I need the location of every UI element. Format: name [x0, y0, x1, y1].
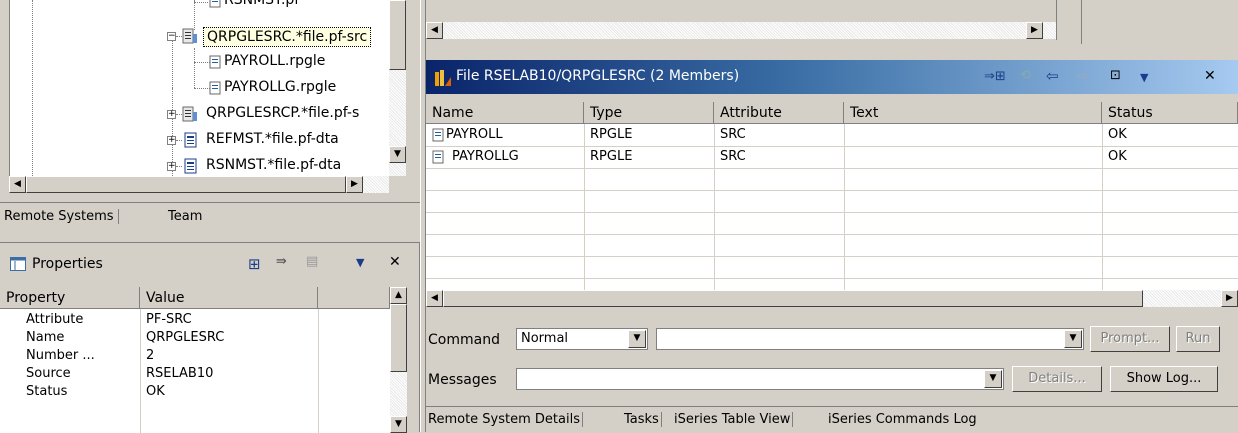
- back-arrow-icon[interactable]: ⇦: [1046, 67, 1059, 85]
- command-label: Command: [428, 332, 500, 348]
- member-icon: [209, 0, 221, 8]
- scroll-thumb[interactable]: [26, 176, 346, 193]
- tree-item-rsnmst[interactable]: RSNMST.*file.pf-dta: [206, 157, 341, 173]
- chevron-down-icon[interactable]: ▼: [1064, 330, 1082, 348]
- column-header-blank: [318, 287, 390, 309]
- tree-area: RSNMST.pf − QRPGLESRC.*file.pf-src PAYRO…: [9, 0, 390, 176]
- iseries-table-view: File RSELAB10/QRPGLESRC (2 Members) ⇒⊞ ⟲…: [426, 60, 1238, 432]
- table-view-icon: [435, 70, 451, 86]
- scroll-right-icon[interactable]: ▶: [346, 176, 363, 193]
- restore-default-icon[interactable]: ▤: [306, 254, 318, 269]
- remote-systems-view: RSNMST.pf − QRPGLESRC.*file.pf-src PAYRO…: [0, 0, 420, 202]
- member-icon: [432, 150, 444, 164]
- tree-item-refmst[interactable]: REFMST.*file.pf-dta: [206, 131, 339, 147]
- data-file-icon: [184, 158, 197, 174]
- scroll-left-icon[interactable]: ◀: [426, 290, 443, 307]
- table-row[interactable]: PAYROLL RPGLE SRC OK: [426, 125, 1238, 146]
- scroll-up-icon[interactable]: ▲: [390, 287, 407, 304]
- show-log-button[interactable]: Show Log...: [1110, 366, 1218, 392]
- close-icon[interactable]: ✕: [389, 254, 401, 270]
- drill-down-icon[interactable]: ⇒⊞: [984, 69, 1006, 84]
- column-header-property[interactable]: Property: [0, 287, 140, 309]
- messages-label: Messages: [428, 372, 497, 388]
- view-title-bar: File RSELAB10/QRPGLESRC (2 Members) ⇒⊞ ⟲…: [426, 60, 1238, 94]
- properties-view: Properties ⊞ ⇛ ▤ ▼ ✕ Property Value Attr…: [0, 242, 420, 433]
- tab-team[interactable]: Team: [168, 209, 202, 224]
- data-file-icon: [184, 132, 197, 148]
- run-button[interactable]: Run: [1176, 326, 1220, 352]
- up-level-icon[interactable]: ⊡: [1110, 68, 1121, 83]
- table-row[interactable]: PAYROLLG RPGLE SRC OK: [426, 147, 1238, 168]
- scroll-thumb[interactable]: [390, 304, 407, 372]
- scroll-down-icon[interactable]: ▼: [390, 416, 407, 433]
- command-mode-select[interactable]: Normal ▼: [516, 328, 648, 350]
- tab-iseries-table-view[interactable]: iSeries Table View: [672, 412, 794, 427]
- table-row[interactable]: Status OK: [0, 383, 390, 401]
- scroll-left-icon[interactable]: ◀: [426, 22, 443, 39]
- column-header-attribute[interactable]: Attribute: [714, 102, 844, 124]
- expand-icon[interactable]: +: [167, 162, 176, 171]
- tree-item-qrpglesrc[interactable]: QRPGLESRC.*file.pf-src: [203, 27, 372, 47]
- refresh-icon[interactable]: ⟲: [1020, 68, 1031, 83]
- column-header-type[interactable]: Type: [584, 102, 714, 124]
- view-menu-icon[interactable]: ▼: [1140, 71, 1148, 84]
- tab-remote-system-details[interactable]: Remote System Details: [426, 412, 583, 427]
- tree-item-qrpglesrcp[interactable]: QRPGLESRCP.*file.pf-s: [206, 105, 359, 121]
- source-file-icon: [182, 106, 197, 122]
- tree-item-payrollg-rpgle[interactable]: PAYROLLG.rpgle: [224, 79, 336, 95]
- properties-table: Property Value Attribute PF-SRC Name QRP…: [0, 287, 390, 433]
- chevron-down-icon[interactable]: ▼: [628, 330, 646, 348]
- expand-icon[interactable]: +: [167, 136, 176, 145]
- properties-header: Properties ⊞ ⇛ ▤ ▼ ✕: [0, 243, 418, 283]
- table-row[interactable]: Source RSELAB10: [0, 365, 390, 383]
- table-row[interactable]: Attribute PF-SRC: [0, 311, 390, 329]
- column-header-value[interactable]: Value: [140, 287, 318, 309]
- scroll-thumb[interactable]: [389, 0, 406, 70]
- expand-icon[interactable]: +: [167, 110, 176, 119]
- prompt-button[interactable]: Prompt...: [1090, 326, 1170, 352]
- source-file-icon: [182, 28, 197, 44]
- members-table: Name Type Attribute Text Status PAYROLL …: [426, 102, 1238, 290]
- table-row[interactable]: Name QRPGLESRC: [0, 329, 390, 347]
- properties-title: Properties: [32, 256, 103, 272]
- tree-item-rsnmst-pf[interactable]: RSNMST.pf: [224, 0, 299, 8]
- tab-tasks[interactable]: Tasks: [622, 412, 662, 427]
- scroll-left-icon[interactable]: ◀: [9, 176, 26, 193]
- table-row[interactable]: Number ... 2: [0, 347, 390, 365]
- member-icon: [209, 81, 221, 95]
- column-header-name[interactable]: Name: [426, 102, 584, 124]
- bottom-view-tabs: Remote System Details Tasks iSeries Tabl…: [426, 406, 1238, 433]
- tab-iseries-commands-log[interactable]: iSeries Commands Log: [826, 412, 979, 427]
- view-title: File RSELAB10/QRPGLESRC (2 Members): [456, 68, 740, 84]
- column-header-text[interactable]: Text: [844, 102, 1102, 124]
- details-button[interactable]: Details...: [1012, 366, 1102, 392]
- collapse-icon[interactable]: −: [167, 32, 176, 41]
- close-icon[interactable]: ✕: [1204, 68, 1216, 84]
- messages-input[interactable]: ▼: [516, 368, 1004, 390]
- tab-remote-systems[interactable]: Remote Systems: [0, 209, 119, 224]
- command-input[interactable]: ▼: [656, 328, 1084, 350]
- scroll-thumb[interactable]: [443, 290, 1143, 307]
- show-categories-icon[interactable]: ⊞: [248, 255, 261, 273]
- left-view-tabs: Remote Systems Team: [0, 202, 420, 231]
- member-icon: [209, 55, 221, 69]
- tree-item-payroll-rpgle[interactable]: PAYROLL.rpgle: [224, 53, 325, 69]
- scroll-right-icon[interactable]: ▶: [1221, 290, 1238, 307]
- forward-arrow-icon[interactable]: ⇨: [1076, 67, 1089, 85]
- chevron-down-icon[interactable]: ▼: [984, 370, 1002, 388]
- tree-item-label: QRPGLESRC.*file.pf-src: [207, 29, 368, 45]
- filter-advanced-icon[interactable]: ⇛: [276, 254, 287, 269]
- vertical-splitter[interactable]: [420, 0, 426, 432]
- view-menu-icon[interactable]: ▼: [356, 256, 364, 269]
- upper-horizontal-scrollbar[interactable]: [426, 22, 1056, 39]
- upper-editor-strip: ◀ ▶: [426, 0, 1238, 50]
- scroll-right-icon[interactable]: ▶: [1026, 22, 1043, 39]
- column-header-status[interactable]: Status: [1102, 102, 1238, 124]
- properties-icon: [10, 257, 26, 271]
- scroll-down-icon[interactable]: ▼: [389, 146, 406, 163]
